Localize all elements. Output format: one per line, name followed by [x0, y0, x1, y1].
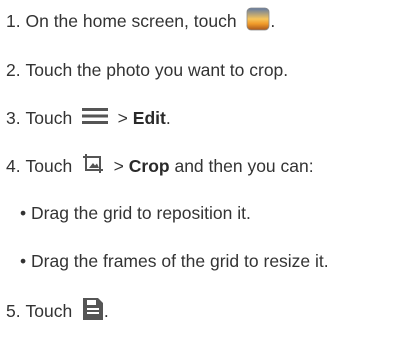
step-2: 2. Touch the photo you want to crop. — [6, 55, 288, 85]
step-end: . — [103, 300, 109, 321]
step-number: 1. — [6, 10, 21, 31]
step-number: 5. — [6, 300, 21, 321]
save-icon[interactable] — [82, 297, 104, 326]
bullet-1: • Drag the grid to reposition it. — [20, 198, 251, 228]
step-1: 1. On the home screen, touch . — [6, 6, 275, 36]
step-text: Touch — [25, 300, 73, 321]
step-5: 5. Touch . — [6, 296, 109, 326]
crop-label: Crop — [128, 155, 170, 176]
crop-image-icon[interactable] — [82, 153, 104, 180]
bullet-text: Drag the frames of the grid to resize it… — [31, 250, 329, 271]
step-end: . — [165, 107, 171, 128]
step-number: 3. — [6, 107, 21, 128]
bullet-text: Drag the grid to reposition it. — [31, 202, 251, 223]
step-number: 2. — [6, 59, 21, 80]
step-3: 3. Touch > Edit . — [6, 103, 171, 133]
step-text: Touch the photo you want to crop. — [25, 59, 289, 80]
step-text: Touch — [25, 107, 73, 128]
step-number: 4. — [6, 155, 21, 176]
separator: > — [113, 155, 124, 176]
gallery-app-icon[interactable] — [246, 7, 270, 36]
step-text: Touch — [25, 155, 73, 176]
separator: > — [117, 107, 128, 128]
step-end: . — [270, 10, 276, 31]
step-after: and then you can: — [174, 155, 314, 176]
step-4: 4. Touch > Crop and then you can: — [6, 151, 314, 181]
edit-label: Edit — [132, 107, 166, 128]
step-text: On the home screen, touch — [25, 10, 237, 31]
bullet-2: • Drag the frames of the grid to resize … — [20, 246, 329, 276]
menu-icon[interactable] — [81, 107, 108, 130]
